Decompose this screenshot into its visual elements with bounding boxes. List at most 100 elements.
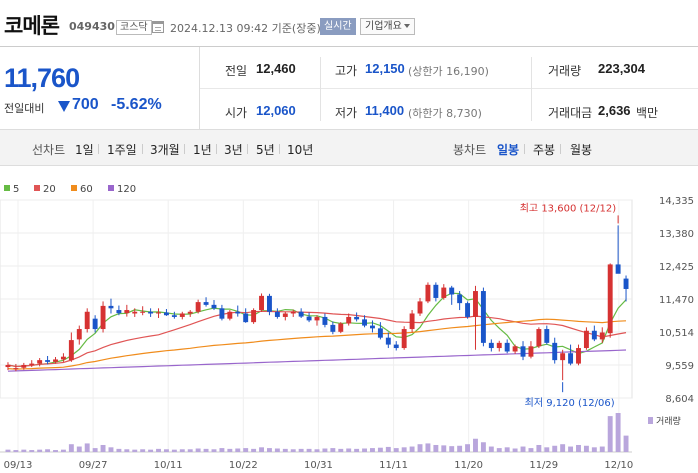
volume-bar [330,448,336,452]
candle-body [623,278,629,289]
volume-bar [45,449,51,452]
x-tick-label: 10/31 [304,460,333,471]
y-tick-label: 13,380 [659,229,694,240]
volume-bars: 거래량 [0,413,681,453]
candle-body [92,318,98,330]
volume-bar [274,448,280,452]
tab-1y[interactable]: 1년 [193,141,212,158]
tab-1d[interactable]: 1일 [75,141,94,158]
high-label: 고가 [335,64,358,78]
chart-legend: 5 20 60 120 [4,184,136,195]
tab-monthly[interactable]: 월봉 [570,141,592,158]
volume-bar [473,438,478,452]
column-divider [531,57,532,121]
candle-body [576,348,581,364]
legend-swatch-120 [108,185,114,191]
x-tick-label: 12/10 [604,460,633,471]
candle-body [449,287,455,295]
volume-bar [108,447,114,452]
legend-label-5: 5 [13,184,19,195]
volume-bar [171,449,177,452]
volume-bar [385,446,391,452]
y-tick-label: 9,559 [665,361,694,372]
stock-code: 049430 [69,20,115,33]
volume-label: 거래량 [548,64,582,78]
candle-body [156,312,161,314]
volume-bar [520,446,526,452]
candle-body [346,316,352,324]
candle-body [362,319,368,326]
volume-bar [544,447,550,452]
x-tick-label: 10/22 [229,460,258,471]
volume-bar [536,444,542,452]
volume-bar [156,448,161,452]
company-overview-dropdown[interactable]: 기업개요 [360,18,415,35]
high-annotation: 최고 13,600 (12/12) [520,202,616,214]
candle-body [417,301,423,314]
legend-swatch-60 [71,185,77,191]
volume-bar [504,447,510,452]
prev-close-label: 전일 [225,64,248,78]
candle-body [148,311,154,314]
amount-unit: 백만 [636,106,659,120]
candle-body [140,311,146,313]
realtime-button[interactable]: 실시간 [320,18,356,35]
row-divider [200,88,698,89]
volume-bar [314,449,320,452]
volume-bar [433,444,439,452]
tab-separator [560,144,561,154]
tab-3y[interactable]: 3년 [224,141,243,158]
x-tick-label: 11/29 [529,460,558,471]
tab-separator [184,144,185,154]
candle-body [354,316,360,320]
volume-legend-swatch [648,417,653,424]
volume-bar [607,416,613,452]
tab-3m[interactable]: 3개월 [150,141,180,158]
candle-body [13,368,19,370]
volume-bar [124,449,130,452]
volume-bar [576,444,581,452]
volume-bar [528,448,534,452]
candle-body [116,310,122,314]
candle-body [282,313,288,317]
tab-1w[interactable]: 1주일 [107,141,137,158]
candle-body [45,360,51,362]
legend-swatch-20 [34,185,40,191]
base-date: 2024.12.13 09:42 기준(장중) [170,22,321,35]
amount-value: 2,636 [598,103,631,118]
tab-separator [247,144,248,154]
volume-value: 223,304 [598,61,645,76]
volume-bar [599,446,605,452]
volume-bar [377,447,383,452]
volume-bar [203,448,209,452]
y-tick-label: 12,425 [659,262,694,273]
y-tick-label: 11,470 [659,295,694,306]
tab-separator [524,144,525,154]
volume-bar [84,443,90,452]
candle-body [520,346,526,357]
legend-label-20: 20 [43,184,56,195]
tab-daily[interactable]: 일봉 [497,141,519,158]
candle-body [203,302,209,305]
tab-10y[interactable]: 10년 [287,141,313,158]
volume-bar [346,448,352,452]
volume-bar [552,445,558,452]
volume-bar [512,448,518,452]
volume-bar [53,450,58,452]
tab-5y[interactable]: 5년 [256,141,275,158]
volume-bar [76,446,82,452]
volume-bar [100,444,106,452]
tab-weekly[interactable]: 주봉 [533,141,555,158]
daily-candle-chart: 5 20 60 120 14,335 13,380 12,425 11,470 10,514 9… [0,166,698,473]
volume-bar [591,447,597,452]
candle-body [5,364,11,368]
candle-series [5,225,629,381]
volume-bar [219,448,225,452]
diff-rate: -5.62% [111,96,162,113]
volume-bar [449,446,455,452]
candle-body [425,284,431,302]
open-value: 12,060 [256,103,296,118]
candle-body [583,330,589,349]
chart-svg: 5 20 60 120 14,335 13,380 12,425 11,470 10,514 9… [0,184,694,471]
candle-body [330,324,336,332]
